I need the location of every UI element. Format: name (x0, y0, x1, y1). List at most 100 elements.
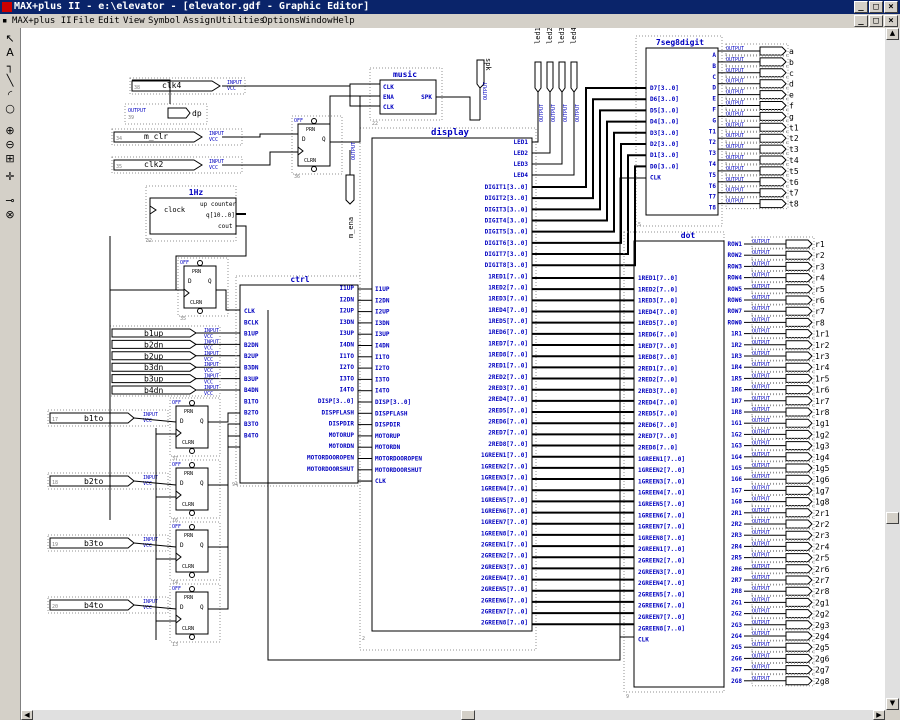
led-label-1: led2 (546, 28, 554, 44)
vertical-scrollbar[interactable]: ▲ ▼ (885, 28, 900, 710)
orthogonal-line-tool[interactable]: ┐ (2, 60, 18, 74)
output-pin-shape (785, 553, 813, 563)
horizontal-scrollbar[interactable]: ◀ ▶ (21, 710, 885, 720)
disconnect-tool[interactable]: ⊗ (2, 208, 18, 222)
output-pin-name: e (789, 91, 794, 100)
seg-pin-left-1: D6[3..0] (650, 96, 679, 103)
maxplus-app-icon[interactable] (2, 2, 12, 12)
music-pin-2: CLK (383, 104, 394, 111)
dff-clrn: CLRN (190, 300, 202, 306)
arrow-tool[interactable]: ↖ (2, 32, 18, 46)
doc-minimize-button[interactable]: _ (854, 15, 868, 27)
scroll-right-button[interactable]: ▶ (873, 710, 885, 720)
schematic-canvas[interactable]: clk4 38 INPUT VCC m_clr 34 INPUT VCC clk2 35 INPUT… (21, 28, 885, 710)
ctrl-pin-right-0: I1UP (340, 285, 355, 292)
output-pin-shape (785, 653, 813, 663)
button-input-b2up: b2up (144, 352, 163, 361)
scroll-up-button[interactable]: ▲ (886, 28, 899, 40)
dot-pin-left-2: 1RED3[7..0] (638, 298, 678, 305)
ctrl-pin-right-16: MOTORDOORSHUT (307, 466, 354, 473)
text-tool[interactable]: A (2, 46, 18, 60)
menu-symbol[interactable]: Symbol (148, 14, 181, 28)
menu-assign[interactable]: Assign (183, 14, 216, 28)
circle-tool[interactable]: ○ (2, 102, 18, 116)
output-pin-shape (785, 239, 813, 249)
counter-q-pin: q[10..0] (206, 212, 235, 219)
output-pin-name: t6 (789, 178, 799, 187)
seg-pin-right-0: A (712, 52, 716, 59)
doc-close-button[interactable]: × (884, 15, 898, 27)
inverter-bubble (189, 524, 195, 530)
rubberband-tool[interactable]: ✛ (2, 170, 18, 184)
output-pin-shape (785, 441, 813, 451)
dff-boundary (169, 583, 221, 643)
seg-pin-left-0: D7[3..0] (650, 85, 679, 92)
display-led-2: LED3 (514, 161, 529, 168)
display-pin-left-13: MOTORUP (375, 433, 401, 440)
output-pin-shape (759, 199, 787, 209)
output-pin-name: t8 (789, 200, 799, 209)
output-label: OUTPUT (539, 104, 545, 122)
clock-triangle (175, 489, 182, 501)
menu-edit[interactable]: Edit (98, 14, 120, 28)
dot-pin-right-14: 1R7 (731, 398, 742, 405)
horizontal-scroll-thumb[interactable] (461, 710, 475, 720)
dot-pin-right-1: ROW2 (728, 252, 743, 259)
arc-tool[interactable]: ◜ (2, 88, 18, 102)
menu-options[interactable]: Options (262, 14, 300, 28)
output-pin-shape (759, 111, 787, 121)
dot-pin-right-17: 1G2 (731, 431, 742, 438)
connect-tool[interactable]: ⊸ (2, 194, 18, 208)
dot-pin-left-22: 1GREEN7[7..0] (638, 524, 685, 531)
close-button[interactable]: × (884, 1, 898, 13)
dff-prn: PRN (184, 595, 193, 601)
minimize-button[interactable]: _ (854, 1, 868, 13)
dot-pin-left-21: 1GREEN6[7..0] (638, 512, 685, 519)
scroll-down-button[interactable]: ▼ (886, 698, 899, 710)
schematic-drawing: clk438INPUTVCCm_clr34INPUTVCCclk235INPUT… (47, 28, 830, 700)
menu-file[interactable]: File (73, 14, 95, 28)
dot-pin-right-16: 1G1 (731, 420, 742, 427)
output-pin-shape (759, 57, 787, 67)
maximize-button[interactable]: □ (869, 1, 883, 13)
wire (532, 92, 539, 143)
doc-restore-button[interactable]: □ (869, 15, 883, 27)
dot-pin-right-21: 1G6 (731, 476, 742, 483)
pin-number: 35 (116, 164, 122, 170)
dff-q: Q (200, 480, 204, 487)
dot-pin-left-11: 2RED4[7..0] (638, 399, 678, 406)
display-pin-left-7: I2TO (375, 365, 390, 372)
output-pin-name: 2g4 (815, 632, 830, 641)
seg-pin-left-2: D5[3..0] (650, 107, 679, 114)
output-pin-name: g (789, 112, 794, 121)
menu-view[interactable]: View (123, 14, 145, 28)
output-pin-name: 1g6 (815, 475, 830, 484)
menu-app-icon[interactable]: ▪ (2, 14, 7, 28)
diagonal-line-tool[interactable]: ╲ (2, 74, 18, 88)
display-pin-left-9: I4TO (375, 388, 390, 395)
dff-q: Q (208, 278, 212, 285)
display-bus-0: DIGIT1[3..0] (485, 184, 528, 191)
zoom-in-tool[interactable]: ⊕ (2, 124, 18, 138)
menu-utilities[interactable]: Utilities (216, 14, 265, 28)
output-pin-shape (759, 101, 787, 110)
vcc-label: VCC (209, 165, 218, 171)
inverter-bubble (197, 260, 203, 266)
zoom-out-tool[interactable]: ⊖ (2, 138, 18, 152)
vcc-label: VCC (227, 86, 236, 92)
menu-window[interactable]: Window (300, 14, 333, 28)
dot-pin-left-31: 2GREEN8[7..0] (638, 625, 685, 632)
seg-pin-right-11: T5 (709, 172, 717, 179)
dff-prn: PRN (192, 269, 201, 275)
output-pin-name: 2g2 (815, 610, 830, 619)
output-pin-name: t2 (789, 134, 799, 143)
menu-maxplus[interactable]: MAX+plus II (12, 14, 72, 28)
wire (267, 310, 634, 661)
scroll-left-button[interactable]: ◀ (21, 710, 33, 720)
dff-boundary (169, 459, 221, 519)
fit-window-tool[interactable]: ⊞ (2, 152, 18, 166)
output-label: OUTPUT (563, 104, 569, 122)
output-pin-shape (785, 351, 813, 361)
vertical-scroll-thumb[interactable] (886, 512, 899, 524)
menu-help[interactable]: Help (333, 14, 355, 28)
